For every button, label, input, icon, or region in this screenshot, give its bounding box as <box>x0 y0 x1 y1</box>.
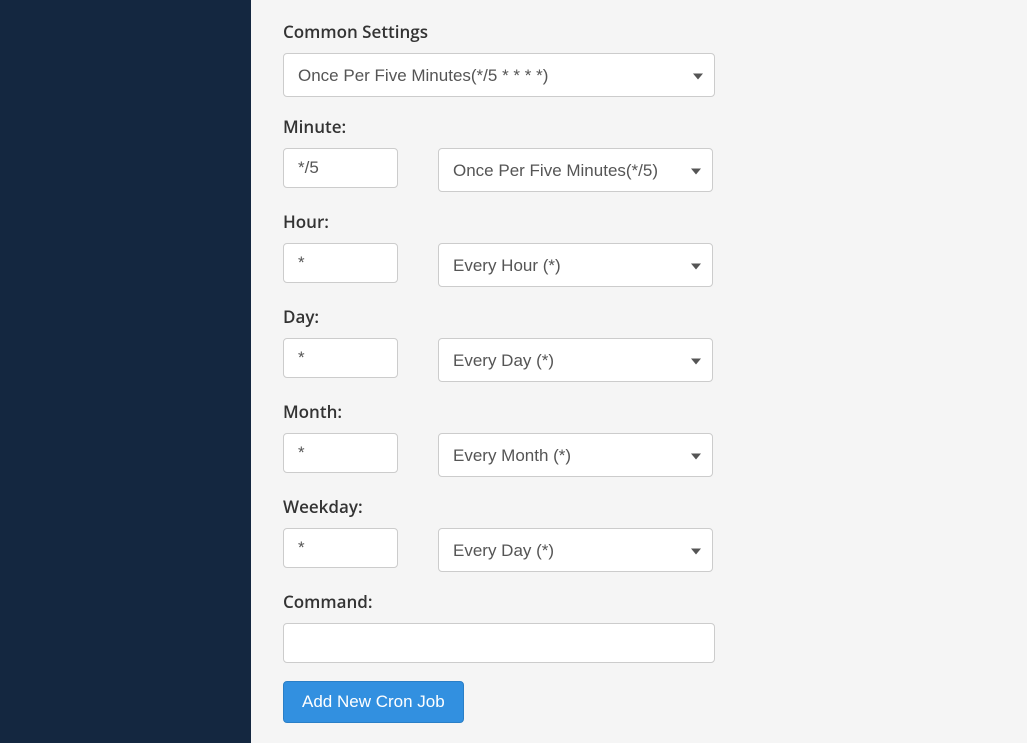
main-content: Common Settings Once Per Five Minutes(*/… <box>251 0 1027 743</box>
common-settings-select-wrapper: Once Per Five Minutes(*/5 * * * *) <box>283 53 715 97</box>
weekday-row: Every Day (*) <box>283 528 995 572</box>
day-select-wrapper: Every Day (*) <box>438 338 713 382</box>
month-label: Month: <box>283 400 995 423</box>
month-select-wrapper: Every Month (*) <box>438 433 713 477</box>
weekday-input[interactable] <box>283 528 398 568</box>
common-settings-group: Common Settings Once Per Five Minutes(*/… <box>283 20 995 97</box>
minute-row: Once Per Five Minutes(*/5) <box>283 148 995 192</box>
command-group: Command: <box>283 590 995 663</box>
hour-label: Hour: <box>283 210 995 233</box>
minute-group: Minute: Once Per Five Minutes(*/5) <box>283 115 995 192</box>
hour-group: Hour: Every Hour (*) <box>283 210 995 287</box>
day-row: Every Day (*) <box>283 338 995 382</box>
month-input[interactable] <box>283 433 398 473</box>
month-row: Every Month (*) <box>283 433 995 477</box>
weekday-select-wrapper: Every Day (*) <box>438 528 713 572</box>
hour-row: Every Hour (*) <box>283 243 995 287</box>
day-label: Day: <box>283 305 995 328</box>
day-input[interactable] <box>283 338 398 378</box>
command-label: Command: <box>283 590 995 613</box>
weekday-select[interactable]: Every Day (*) <box>438 528 713 572</box>
weekday-group: Weekday: Every Day (*) <box>283 495 995 572</box>
minute-select-wrapper: Once Per Five Minutes(*/5) <box>438 148 713 192</box>
minute-select[interactable]: Once Per Five Minutes(*/5) <box>438 148 713 192</box>
hour-select[interactable]: Every Hour (*) <box>438 243 713 287</box>
hour-select-wrapper: Every Hour (*) <box>438 243 713 287</box>
weekday-label: Weekday: <box>283 495 995 518</box>
sidebar <box>0 0 251 743</box>
command-input[interactable] <box>283 623 715 663</box>
minute-label: Minute: <box>283 115 995 138</box>
day-group: Day: Every Day (*) <box>283 305 995 382</box>
hour-input[interactable] <box>283 243 398 283</box>
add-cron-job-button[interactable]: Add New Cron Job <box>283 681 464 723</box>
day-select[interactable]: Every Day (*) <box>438 338 713 382</box>
minute-input[interactable] <box>283 148 398 188</box>
common-settings-label: Common Settings <box>283 20 995 43</box>
common-settings-select[interactable]: Once Per Five Minutes(*/5 * * * *) <box>283 53 715 97</box>
month-select[interactable]: Every Month (*) <box>438 433 713 477</box>
month-group: Month: Every Month (*) <box>283 400 995 477</box>
